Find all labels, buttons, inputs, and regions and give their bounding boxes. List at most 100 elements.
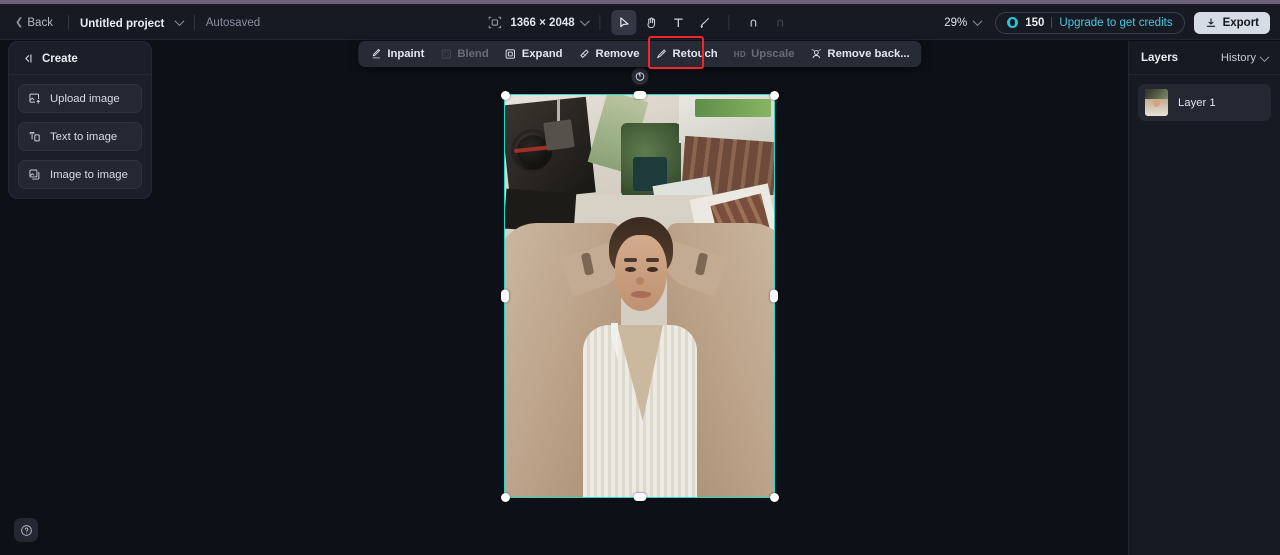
canvas-size-icon: [487, 15, 502, 30]
photo-eyebrow-left: [624, 258, 637, 262]
retouch-icon: [657, 49, 667, 59]
canvas-area[interactable]: [0, 41, 1128, 555]
chevron-down-icon: [174, 15, 185, 26]
resize-handle-left[interactable]: [501, 289, 509, 303]
photo-mouth: [631, 291, 651, 298]
create-item-image-to-image[interactable]: Image to image: [18, 160, 142, 189]
hd-badge: HD: [733, 49, 747, 59]
inpaint-icon: [372, 49, 381, 59]
back-label: Back: [27, 16, 53, 29]
history-label: History: [1220, 52, 1256, 64]
photo-green-book: [695, 99, 771, 117]
action-label: Inpaint: [387, 48, 425, 60]
action-remove[interactable]: Remove: [571, 43, 648, 65]
create-panel-title: Create: [42, 52, 78, 65]
create-item-label: Image to image: [50, 168, 128, 181]
image-actions-toolbar: Inpaint Blend Expand Remove Retouch HD U…: [358, 41, 922, 67]
top-bar-right: 29% 150 Upgrade to get credits Export: [944, 11, 1270, 34]
divider: [599, 15, 601, 30]
photo-camera-grip: [543, 119, 575, 151]
remove-background-icon: [811, 49, 822, 59]
redo-button[interactable]: [768, 10, 793, 35]
resize-handle-top-left[interactable]: [500, 90, 510, 100]
selected-image-container[interactable]: [500, 68, 779, 502]
top-bar-center: 1366 × 2048: [487, 10, 792, 35]
divider: [193, 15, 195, 30]
action-label: Blend: [457, 48, 489, 60]
resize-handle-top-right[interactable]: [769, 90, 779, 100]
action-label: Remove back...: [827, 48, 910, 60]
image-to-image-icon: [29, 169, 40, 180]
credits-pill[interactable]: 150 Upgrade to get credits: [995, 11, 1185, 34]
action-expand[interactable]: Expand: [497, 43, 571, 65]
autosave-status: Autosaved: [205, 16, 261, 29]
layers-panel-title: Layers: [1141, 52, 1179, 64]
create-item-text-to-image[interactable]: Text to image: [18, 122, 142, 151]
layer-thumbnail: [1145, 89, 1168, 116]
history-tab[interactable]: History: [1220, 51, 1270, 64]
brush-tool-button[interactable]: [693, 10, 718, 35]
back-button[interactable]: ❮ Back: [11, 14, 57, 32]
divider: [728, 15, 730, 30]
photo-eye-left: [625, 267, 636, 272]
action-retouch[interactable]: Retouch: [648, 43, 726, 65]
action-blend[interactable]: Blend: [432, 43, 496, 65]
text-tool-button[interactable]: [666, 10, 691, 35]
help-icon: [20, 524, 32, 536]
photo-eye-right: [647, 267, 658, 272]
action-label: Remove: [595, 48, 640, 60]
create-panel: Create Upload image Text to image Image …: [8, 41, 152, 199]
top-bar: ❮ Back Untitled project Autosaved 1366 ×…: [0, 6, 1280, 40]
collapse-panel-icon: [25, 54, 32, 63]
action-upscale[interactable]: HD Upscale: [726, 43, 803, 65]
help-button[interactable]: [14, 518, 38, 542]
photo-eyebrow-right: [646, 258, 659, 262]
action-inpaint[interactable]: Inpaint: [362, 43, 432, 65]
layer-image[interactable]: [504, 94, 775, 498]
create-item-label: Upload image: [50, 92, 120, 105]
resize-handle-bottom-left[interactable]: [500, 492, 510, 502]
coin-icon: [1007, 17, 1019, 28]
resize-handle-bottom[interactable]: [633, 493, 646, 501]
export-button[interactable]: Export: [1193, 11, 1270, 34]
action-label: Upscale: [751, 48, 795, 60]
text-to-image-icon: [29, 131, 40, 142]
rotate-icon: [635, 72, 644, 81]
export-label: Export: [1222, 16, 1259, 29]
resize-handle-right[interactable]: [770, 289, 778, 303]
chevron-down-icon[interactable]: [972, 16, 983, 27]
layer-name: Layer 1: [1178, 96, 1216, 109]
tool-group: [611, 10, 718, 35]
divider: [67, 15, 69, 30]
canvas-dimensions: 1366 × 2048: [510, 16, 575, 29]
undo-button[interactable]: [741, 10, 766, 35]
rotate-handle[interactable]: [631, 68, 648, 85]
remove-icon: [580, 49, 589, 58]
create-item-label: Text to image: [50, 130, 118, 143]
project-name: Untitled project: [79, 17, 165, 30]
history-group: [741, 10, 793, 35]
project-name-dropdown[interactable]: Untitled project: [79, 14, 185, 32]
top-bar-left: ❮ Back Untitled project Autosaved: [0, 14, 260, 32]
create-panel-header[interactable]: Create: [9, 42, 151, 75]
photo-nose: [636, 277, 644, 285]
resize-handle-bottom-right[interactable]: [769, 492, 779, 502]
hand-tool-button[interactable]: [639, 10, 664, 35]
zoom-level[interactable]: 29%: [944, 17, 967, 29]
resize-handle-top[interactable]: [633, 91, 646, 99]
chevron-down-icon[interactable]: [580, 16, 591, 27]
create-item-upload-image[interactable]: Upload image: [18, 84, 142, 113]
layers-panel-header: Layers History: [1129, 41, 1280, 75]
layer-row[interactable]: Layer 1: [1138, 84, 1271, 121]
action-label: Retouch: [672, 48, 718, 60]
download-icon: [1206, 17, 1215, 27]
layers-panel: Layers History Layer 1: [1128, 41, 1280, 555]
action-remove-background[interactable]: Remove back...: [802, 43, 917, 65]
chevron-left-icon: ❮: [15, 16, 24, 28]
blend-icon: [441, 49, 451, 59]
upgrade-link[interactable]: Upgrade to get credits: [1059, 17, 1172, 29]
chevron-down-icon: [1259, 51, 1270, 62]
select-tool-button[interactable]: [611, 10, 637, 35]
expand-icon: [506, 49, 516, 59]
divider: [1051, 17, 1053, 28]
